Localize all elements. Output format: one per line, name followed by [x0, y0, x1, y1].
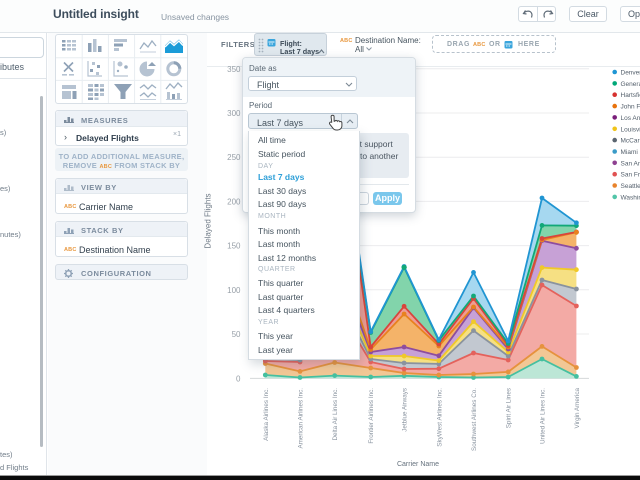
- svg-text:0: 0: [236, 374, 241, 383]
- svg-text:Frontier Airlines Inc.: Frontier Airlines Inc.: [368, 388, 375, 444]
- svg-text:350: 350: [227, 65, 241, 74]
- svg-text:Carrier Name: Carrier Name: [397, 461, 439, 468]
- svg-text:Seattle Tacoma Intl: Seattle Tacoma Intl: [621, 183, 640, 190]
- svg-text:100: 100: [227, 286, 241, 295]
- svg-text:General Edward Law: General Edward Law: [621, 81, 640, 88]
- svg-text:McCarran Intl: McCarran Intl: [621, 138, 640, 145]
- svg-text:Delayed Flights: Delayed Flights: [204, 193, 213, 248]
- svg-text:Jetblue Airways: Jetblue Airways: [402, 388, 409, 432]
- svg-text:San Francisco Intl: San Francisco Intl: [621, 172, 640, 179]
- svg-text:United Air Lines Inc.: United Air Lines Inc.: [540, 388, 547, 444]
- svg-text:Washington Dulles: Washington Dulles: [621, 194, 640, 201]
- svg-text:Hartsfield Jackson: Hartsfield Jackson: [621, 92, 640, 99]
- svg-text:SkyWest Airlines Inc.: SkyWest Airlines Inc.: [436, 388, 443, 447]
- svg-text:200: 200: [227, 197, 241, 206]
- svg-text:Denver International: Denver International: [621, 70, 640, 77]
- svg-text:250: 250: [227, 153, 241, 162]
- svg-text:American Airlines Inc.: American Airlines Inc.: [298, 388, 305, 449]
- svg-text:50: 50: [232, 330, 241, 339]
- svg-text:Los Angeles Intl: Los Angeles Intl: [621, 115, 640, 122]
- svg-text:Louisville Intl: Louisville Intl: [621, 126, 640, 133]
- svg-text:Virgin America: Virgin America: [574, 388, 581, 429]
- svg-text:Spirit Air Lines: Spirit Air Lines: [506, 388, 513, 428]
- svg-text:John F Kennedy Intl: John F Kennedy Intl: [621, 104, 640, 111]
- svg-text:Delta Air Lines Inc.: Delta Air Lines Inc.: [332, 388, 339, 441]
- svg-text:Southwest Airlines Co.: Southwest Airlines Co.: [471, 388, 478, 451]
- svg-text:150: 150: [227, 242, 241, 251]
- svg-text:Alaska Airlines Inc.: Alaska Airlines Inc.: [263, 388, 270, 441]
- svg-text:Miami Intl: Miami Intl: [621, 149, 640, 156]
- svg-text:San Antonio Intl: San Antonio Intl: [621, 160, 640, 167]
- svg-text:300: 300: [227, 109, 241, 118]
